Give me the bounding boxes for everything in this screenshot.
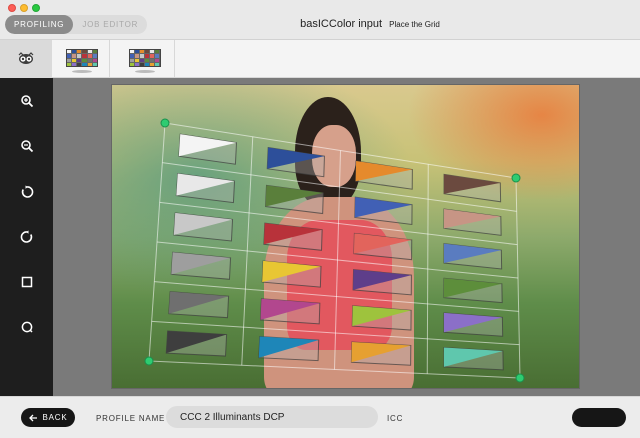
step-subtitle: Place the Grid [389, 20, 440, 29]
rotate-left-button[interactable] [0, 177, 53, 207]
chart-swatch [139, 54, 144, 58]
chart-swatch [134, 54, 139, 58]
chart-swatch [139, 50, 144, 54]
chart-swatch [134, 50, 139, 54]
owl-icon [18, 52, 34, 64]
target-photo [111, 84, 580, 389]
title-bar: PROFILING JOB EDITOR basICColor input Pl… [0, 0, 640, 40]
close-window-button[interactable] [8, 4, 16, 12]
toolbar-chart-button-2[interactable] [115, 40, 175, 78]
toolbar [0, 40, 640, 78]
circle-select-button[interactable] [0, 312, 53, 342]
chart-swatch [92, 62, 97, 66]
chart-swatch [139, 62, 144, 66]
chart-swatch [150, 58, 155, 62]
chart-swatch [77, 50, 82, 54]
circle-icon [21, 321, 33, 333]
rotate-right-button[interactable] [0, 222, 53, 252]
chart-swatch [87, 62, 92, 66]
chart-swatch [155, 58, 160, 62]
chart-swatch [134, 58, 139, 62]
chart-swatch [82, 62, 87, 66]
grid-corner-handle [144, 356, 154, 366]
rotate-left-icon [21, 185, 33, 198]
chart-swatch [87, 58, 92, 62]
tool-sidebar [0, 78, 53, 396]
back-button-label: BACK [42, 413, 68, 422]
chart-swatch [129, 58, 134, 62]
app-window: PROFILING JOB EDITOR basICColor input Pl… [0, 0, 640, 438]
profile-name-label: PROFILE NAME [96, 414, 166, 423]
rotate-right-icon [20, 230, 32, 243]
toolbar-chart-button-1[interactable] [55, 40, 110, 78]
chart-swatch [92, 54, 97, 58]
toolbar-owl-button[interactable] [0, 40, 52, 78]
zoom-out-button[interactable] [0, 131, 53, 161]
chart-swatch [129, 50, 134, 54]
chart-swatch [134, 62, 139, 66]
chart-swatch [150, 62, 155, 66]
chart-swatch [144, 62, 150, 66]
chart-swatch [67, 54, 72, 58]
placement-grid[interactable] [112, 85, 580, 389]
square-select-button[interactable] [0, 267, 53, 297]
chart-swatch [150, 50, 155, 54]
chart-swatch [82, 58, 87, 62]
chart-swatch [67, 50, 72, 54]
chart-swatch [72, 62, 77, 66]
chart-swatch [144, 54, 150, 58]
grid-corner-handle [160, 118, 170, 128]
next-button[interactable] [572, 408, 626, 427]
bottom-bar: BACK PROFILE NAME ICC [0, 396, 640, 438]
zoom-in-icon [20, 95, 33, 108]
chart-swatch [72, 58, 77, 62]
minimize-window-button[interactable] [20, 4, 28, 12]
chart-swatch [144, 58, 150, 62]
grid-corner-handle [515, 373, 525, 383]
zoom-in-button[interactable] [0, 86, 53, 116]
chart-swatch [67, 58, 72, 62]
chart-swatch [72, 50, 77, 54]
chart-swatch [150, 54, 155, 58]
chart-swatch [77, 58, 82, 62]
chart-swatch [92, 58, 97, 62]
square-icon [21, 276, 32, 288]
chart-swatch [77, 62, 82, 66]
icc-label: ICC [387, 414, 404, 423]
image-canvas[interactable] [53, 78, 640, 396]
chart-swatch [144, 50, 150, 54]
chart-swatch [82, 50, 87, 54]
chart-swatch [67, 62, 72, 66]
chart-swatch [129, 62, 134, 66]
chart-swatch [77, 54, 82, 58]
chart-swatch [155, 54, 160, 58]
grid-patches [165, 133, 504, 371]
chart-swatch [87, 54, 92, 58]
window-title: basICColor input Place the Grid [0, 18, 640, 30]
grid-corner-handle [511, 173, 521, 183]
chart-swatch [72, 54, 77, 58]
color-chart-icon [128, 49, 161, 67]
arrow-left-icon [28, 414, 37, 421]
zoom-window-button[interactable] [32, 4, 40, 12]
zoom-out-icon [20, 140, 33, 153]
chart-swatch [87, 50, 92, 54]
app-title: basICColor input [300, 18, 383, 30]
chart-swatch [155, 62, 160, 66]
chart-swatch [82, 54, 87, 58]
chart-swatch [92, 50, 97, 54]
profile-name-input[interactable] [166, 406, 378, 428]
chart-swatch [139, 58, 144, 62]
chart-swatch [129, 54, 134, 58]
back-button[interactable]: BACK [21, 408, 75, 427]
chart-swatch [155, 50, 160, 54]
color-chart-icon [66, 49, 98, 67]
